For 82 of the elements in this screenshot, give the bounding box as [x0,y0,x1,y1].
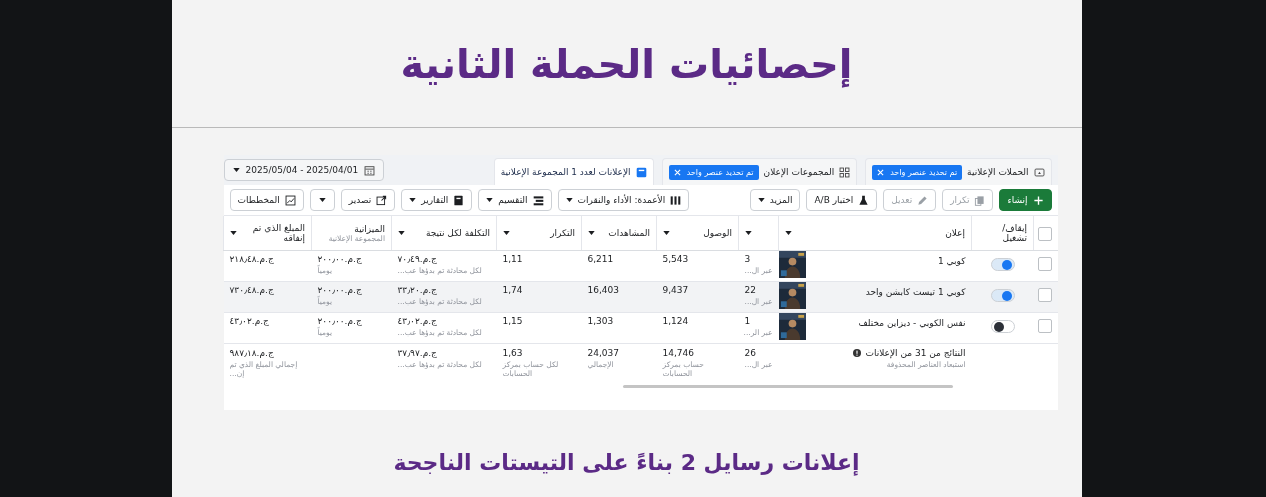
caret-icon [318,198,326,202]
column-header[interactable]: المبلغ الذي تم إنفاقه [223,216,312,251]
caret-icon [409,198,417,202]
caret-icon [232,168,240,172]
table-cell: 16,403 [581,281,657,313]
copy-icon [974,194,986,206]
toolbar-button[interactable]: المخططات [229,189,304,211]
toggle-switch[interactable] [990,289,1015,302]
column-header[interactable]: التكرار [496,216,582,251]
export-icon [376,194,388,206]
column-header[interactable]: الوصول [656,216,739,251]
table-cell: 1,303 [581,312,657,344]
section-heading: إعلانات رسايل 2 بناءً على التيستات الناجحة [392,450,861,475]
row-checkbox[interactable] [1037,319,1052,333]
caret-icon [663,231,670,235]
selection-chip[interactable]: تم تحديد عنصر واحد [872,164,963,180]
column-header[interactable]: المشاهدات [581,216,657,251]
toolbar-button[interactable]: تصدير [340,189,396,211]
ad-name[interactable]: كوبي 1 [937,256,966,266]
horizontal-scrollbar[interactable] [622,385,953,388]
close-icon[interactable] [673,168,681,176]
table-cell: 1,11 [496,250,582,282]
table-cell: ج.م.٧٣٠٫٤٨ [223,281,312,313]
caret-icon [757,198,765,202]
dropdown-button[interactable] [309,189,335,211]
column-header[interactable]: إيقاف/ تشغيل [971,216,1034,251]
close-icon[interactable] [877,168,885,176]
tab-label: الإعلانات لعدد 1 المجموعة الإعلانية [500,167,631,177]
date-range-picker[interactable]: 2025/05/04 - 2025/04/01 [223,159,385,181]
table-cell: 1,74 [496,281,582,313]
info-icon [853,349,862,357]
tab[interactable]: المجموعات الإعلان تم تحديد عنصر واحد [661,158,858,185]
table-cell: 1,15 [496,312,582,344]
chip-label: تم تحديد عنصر واحد [890,167,958,177]
toolbar-button[interactable]: اختبار A/B [806,189,878,211]
table-cell: 9,437 [656,281,739,313]
caret-icon [565,198,573,202]
caret-icon [745,231,752,235]
caret-icon [785,231,792,235]
table-cell: ج.م.٤٣٫٠٢ [223,312,312,344]
table-cell: ج.م.٢١٨٫٤٨ [223,250,312,282]
toolbar-button[interactable]: المزيد [749,189,801,211]
bars-icon [532,194,544,206]
select-all-checkbox[interactable] [1037,226,1052,241]
grid-icon [839,166,851,178]
folder-icon [1033,166,1045,178]
columns-icon [670,194,682,206]
caret-icon [486,198,494,202]
column-header[interactable]: التكلفة لكل نتيجة [391,216,497,251]
tab[interactable]: الإعلانات لعدد 1 المجموعة الإعلانية [493,158,654,185]
tab-label: المجموعات الإعلان [763,167,835,177]
toolbar-button[interactable]: إنشاء [999,189,1052,211]
caret-icon [588,231,595,235]
square-icon [635,166,647,178]
tab[interactable]: الحملات الإعلانية تم تحديد عنصر واحد [865,158,1052,185]
row-checkbox[interactable] [1037,288,1052,302]
toolbar-button[interactable]: التقارير [401,189,473,211]
summary-label: النتائج من 31 من الإعلانات [865,348,966,358]
table-cell: 5,543 [656,250,739,282]
table-cell: 6,211 [581,250,657,282]
chip-label: تم تحديد عنصر واحد [686,167,754,177]
selection-chip[interactable]: تم تحديد عنصر واحد [668,164,759,180]
flask-icon [858,194,870,206]
toolbar-button[interactable]: الأعمدة: الأداء والنقرات [557,189,690,211]
plus-icon [1032,194,1044,206]
column-header[interactable]: إعلان [778,216,972,251]
page-title: إحصائيات الحملة الثانية [400,40,853,87]
toggle-switch[interactable] [990,258,1015,271]
caret-icon [503,231,510,235]
tab-label: الحملات الإعلانية [967,167,1029,177]
caret-icon [398,231,405,235]
row-checkbox[interactable] [1037,257,1052,271]
chart-icon [284,194,296,206]
toolbar-button[interactable]: التقسيم [478,189,552,211]
table-cell: 1,124 [656,312,739,344]
document-icon [453,194,465,206]
calendar-icon [364,164,376,176]
ad-name[interactable]: نفس الكوبي - ديزاين مختلف [858,318,966,328]
ad-name[interactable]: كوبي 1 تيست كابشن واحد [865,287,966,297]
pencil-icon [917,194,929,206]
toggle-switch[interactable] [990,320,1015,333]
caret-icon [230,231,237,235]
